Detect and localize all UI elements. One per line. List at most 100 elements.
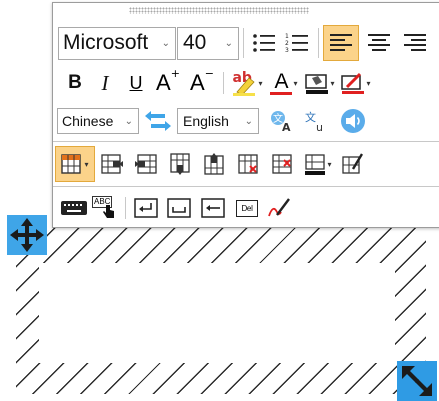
italic-button[interactable]: I (89, 67, 121, 99)
font-size-select[interactable]: 40 ⌄ (177, 26, 239, 60)
insert-row-below-button[interactable] (163, 147, 197, 181)
delete-row-button[interactable] (265, 147, 299, 181)
chevron-down-icon: ▾ (84, 159, 89, 169)
fill-color-button[interactable]: ▾ (302, 67, 338, 99)
resize-handle-icon[interactable] (397, 361, 437, 401)
border-pen-icon (341, 72, 365, 94)
superscript-mark: + (170, 66, 180, 80)
floating-toolbar: Microsoft ⌄ 40 ⌄ 123 B I U A + A − ab ▾ … (52, 2, 439, 228)
row-divider (53, 141, 439, 142)
underline-label: U (129, 72, 143, 93)
backspace-key-button[interactable] (196, 194, 230, 222)
delete-key-button[interactable]: Del (230, 194, 264, 222)
separator (318, 28, 319, 58)
underline-button[interactable]: U (121, 67, 151, 99)
space-key-button[interactable] (162, 194, 196, 222)
chevron-down-icon: ▾ (366, 78, 371, 88)
delete-column-button[interactable] (231, 147, 265, 181)
chevron-down-icon: ⌄ (161, 37, 170, 49)
pen-button[interactable] (264, 194, 294, 222)
bulleted-list-icon (253, 34, 275, 52)
font-color-button[interactable]: A ▾ (266, 67, 302, 99)
translate-alt-button[interactable]: 文 u (299, 106, 335, 136)
translate-icon: 文 A (271, 111, 291, 133)
insert-row-above-button[interactable] (197, 147, 231, 181)
italic-label: I (101, 70, 109, 95)
bulleted-list-button[interactable] (248, 27, 280, 60)
svg-text:A: A (282, 121, 291, 133)
align-right-icon (404, 34, 426, 51)
delete-key-label: Del (241, 203, 253, 213)
align-right-button[interactable] (397, 27, 433, 60)
font-size-value: 40 (183, 31, 207, 54)
superscript-button[interactable]: A + (151, 67, 185, 99)
source-language-value: Chinese (62, 113, 114, 129)
separator (125, 197, 126, 219)
target-language-select[interactable]: English ⌄ (177, 108, 259, 134)
svg-text:1: 1 (285, 33, 289, 40)
font-family-select[interactable]: Microsoft ⌄ (58, 26, 176, 60)
speak-button[interactable] (335, 106, 371, 136)
subscript-button[interactable]: A − (185, 67, 219, 99)
enter-key-button[interactable] (130, 194, 162, 222)
svg-text:文: 文 (305, 110, 316, 124)
separator (243, 28, 244, 58)
insert-row-below-icon (170, 153, 190, 175)
chevron-down-icon: ⌄ (224, 37, 233, 49)
insert-column-left-icon (135, 154, 157, 174)
insert-column-left-button[interactable] (129, 147, 163, 181)
svg-text:2: 2 (285, 40, 289, 47)
bold-label: B (68, 72, 82, 93)
numbered-list-button[interactable]: 123 (280, 27, 314, 60)
handwriting-abc-icon: ABC (92, 195, 118, 221)
chevron-down-icon: ▾ (293, 78, 298, 88)
chevron-down-icon: ▾ (327, 159, 332, 169)
highlight-color-button[interactable]: ab ▾ (228, 67, 266, 99)
handwriting-button[interactable]: ABC (89, 194, 121, 222)
insert-table-button[interactable]: ▾ (55, 146, 95, 182)
backspace-key-icon (201, 198, 225, 218)
toolbar-drag-grip[interactable] (129, 7, 309, 14)
delete-column-icon (238, 154, 258, 174)
border-color-button[interactable]: ▾ (338, 67, 374, 99)
font-family-value: Microsoft (63, 31, 149, 54)
delete-row-icon (272, 154, 292, 174)
speak-icon (341, 109, 365, 133)
space-key-icon (167, 198, 191, 218)
table-eraser-button[interactable] (337, 147, 367, 181)
table-eraser-icon (342, 153, 363, 174)
row-divider (53, 186, 439, 187)
align-left-button[interactable] (323, 25, 359, 61)
numbered-list-icon: 123 (285, 33, 308, 54)
swap-languages-icon (145, 111, 171, 131)
highlighter-icon: ab (231, 70, 257, 96)
svg-text:3: 3 (285, 47, 289, 54)
keyboard-button[interactable] (59, 194, 89, 222)
keyboard-icon (61, 201, 87, 215)
insert-column-right-icon (101, 154, 123, 174)
subscript-mark: − (204, 66, 214, 80)
cell-border-button[interactable]: ▾ (299, 147, 337, 181)
target-language-value: English (183, 113, 229, 129)
insert-column-right-button[interactable] (95, 147, 129, 181)
chevron-down-icon: ▾ (258, 78, 263, 88)
font-color-swatch (270, 91, 293, 95)
chevron-down-icon: ▾ (330, 78, 335, 88)
editing-area[interactable] (39, 263, 395, 363)
align-center-button[interactable] (361, 27, 397, 60)
source-language-select[interactable]: Chinese ⌄ (57, 108, 139, 134)
bold-button[interactable]: B (61, 67, 89, 99)
move-handle-icon[interactable] (7, 215, 47, 255)
paint-bucket-icon (305, 74, 329, 94)
align-center-icon (368, 34, 390, 51)
font-color-icon: A (270, 71, 293, 95)
delete-key-icon: Del (236, 199, 258, 217)
separator (223, 72, 224, 94)
chevron-down-icon: ⌄ (124, 115, 133, 127)
translate-button[interactable]: 文 A (263, 106, 299, 136)
align-left-icon (330, 34, 352, 51)
swap-languages-button[interactable] (139, 106, 177, 136)
table-icon (61, 154, 82, 174)
subscript-base: A (190, 70, 205, 95)
enter-key-icon (134, 198, 158, 218)
